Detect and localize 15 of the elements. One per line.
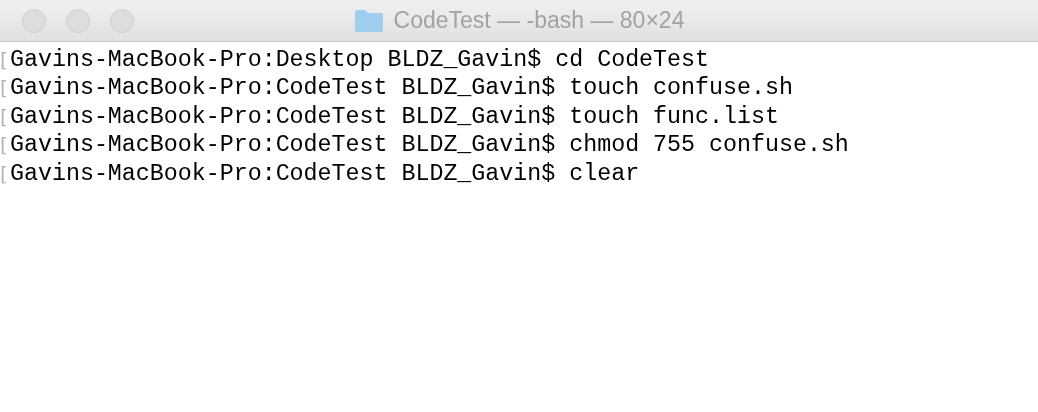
line-marker: [ xyxy=(0,132,9,160)
close-button[interactable] xyxy=(22,9,46,33)
line-marker: [ xyxy=(0,160,9,188)
folder-icon xyxy=(353,8,384,33)
terminal-line: Gavins-MacBook-Pro:Desktop BLDZ_Gavin$ cd CodeTest xyxy=(10,46,710,75)
minimize-button[interactable] xyxy=(66,9,90,33)
line-marker: [ xyxy=(0,75,9,103)
zoom-button[interactable] xyxy=(110,9,134,33)
terminal-line: Gavins-MacBook-Pro:CodeTest BLDZ_Gavin$ touch confuse.sh xyxy=(10,74,793,103)
terminal-line: Gavins-MacBook-Pro:CodeTest BLDZ_Gavin$ chmod 755 confuse.sh xyxy=(10,131,849,160)
terminal-line: Gavins-MacBook-Pro:CodeTest BLDZ_Gavin$ clear xyxy=(10,159,640,189)
line-marker: [ xyxy=(0,103,9,131)
window-title: CodeTest — -bash — 80×24 xyxy=(393,6,685,36)
line-marker: [ xyxy=(0,47,9,74)
terminal-line: Gavins-MacBook-Pro:CodeTest BLDZ_Gavin$ touch func.list xyxy=(10,102,779,132)
